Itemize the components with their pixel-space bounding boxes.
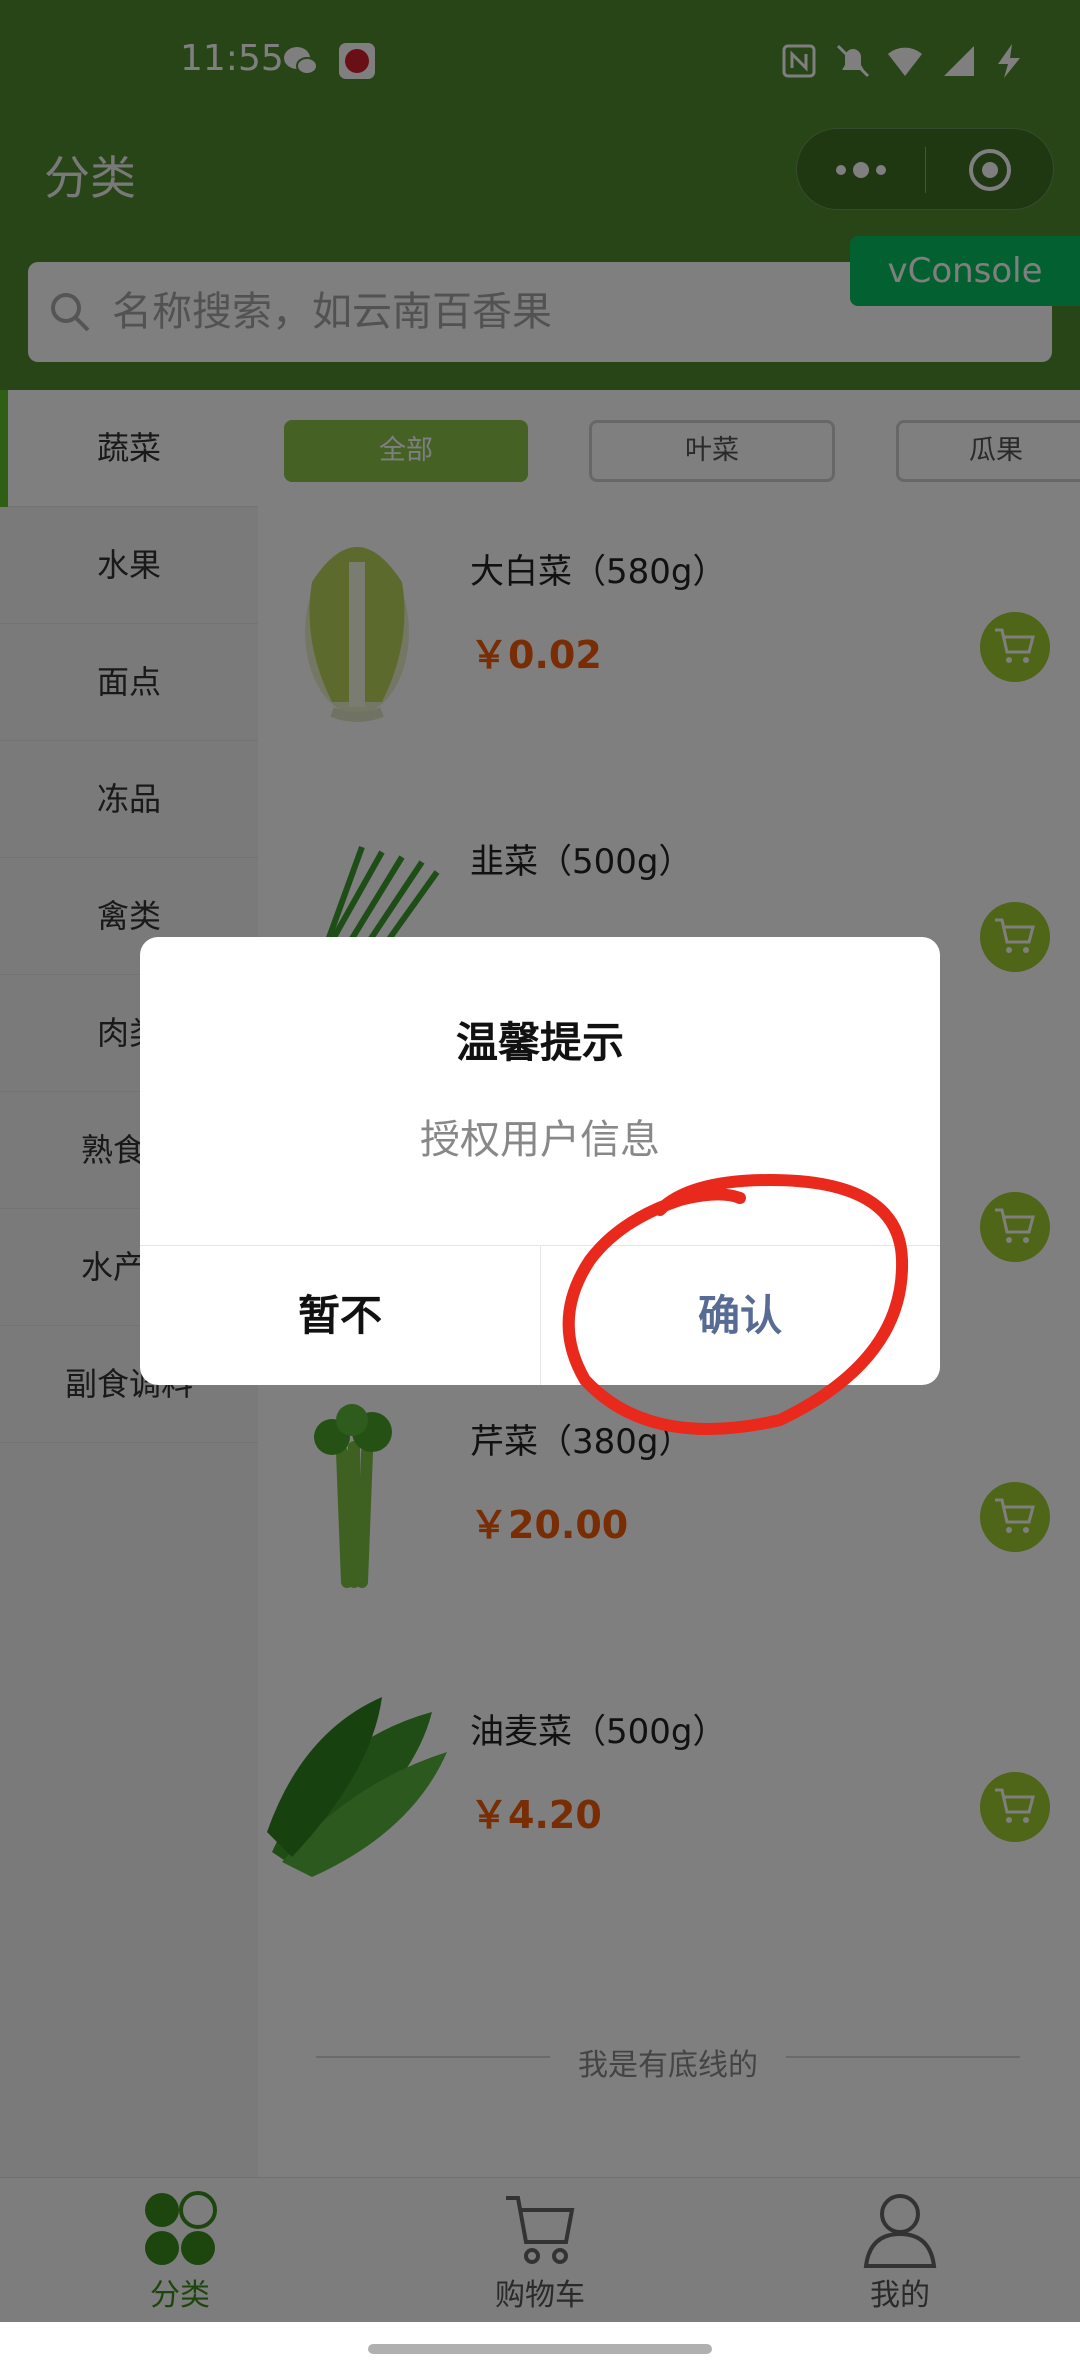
home-indicator[interactable] — [368, 2344, 712, 2354]
dialog-cancel-button[interactable]: 暂不 — [140, 1246, 540, 1385]
authorize-dialog: 温馨提示 授权用户信息 暂不 确认 — [140, 937, 940, 1385]
dialog-title: 温馨提示 — [455, 1018, 624, 1067]
dialog-confirm-button[interactable]: 确认 — [540, 1246, 940, 1385]
dialog-message: 授权用户信息 — [420, 1117, 660, 1163]
